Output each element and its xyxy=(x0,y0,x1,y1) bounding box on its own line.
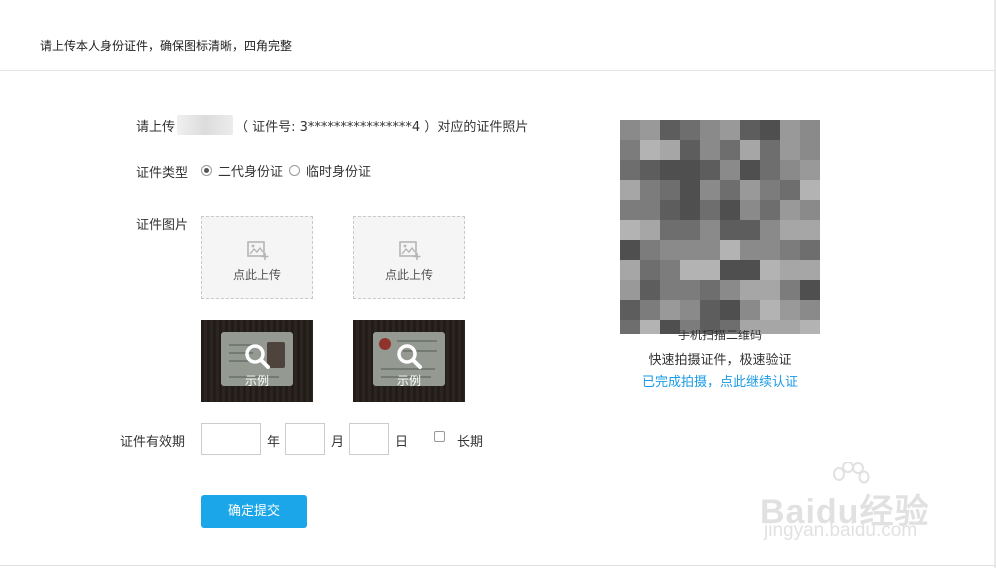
long-term-checkbox[interactable] xyxy=(434,431,445,442)
baidu-jingyan-watermark: Baidu经验 jingyan.baidu.com xyxy=(760,462,950,552)
page-header: 请上传本人身份证件，确保图标清晰，四角完整 xyxy=(0,0,996,71)
day-input[interactable] xyxy=(349,423,389,455)
magnifier-icon xyxy=(245,344,270,369)
example-front-image[interactable]: 示例 xyxy=(201,320,313,402)
upload-back-text: 点此上传 xyxy=(384,268,433,282)
watermark-url: jingyan.baidu.com xyxy=(764,520,918,541)
long-term-label[interactable]: 长期 xyxy=(457,431,483,450)
intro-prefix: 请上传 xyxy=(136,119,176,135)
month-input[interactable] xyxy=(285,423,325,455)
validity-label: 证件有效期 xyxy=(120,435,186,450)
example-back-label: 示例 xyxy=(396,374,421,388)
month-unit: 月 xyxy=(331,435,345,450)
add-image-icon xyxy=(247,241,269,260)
day-unit: 日 xyxy=(395,435,409,450)
radio-temporary-id[interactable] xyxy=(289,165,301,176)
qr-scan-hint: 手机扫描二维码 xyxy=(677,330,762,342)
qr-description: 快速拍摄证件，极速验证 xyxy=(648,353,792,368)
qr-code-image xyxy=(620,120,820,334)
radio-label-second-gen-id[interactable]: 二代身份证 xyxy=(218,161,283,180)
document-type-options: 二代身份证 临时身份证 xyxy=(201,161,373,180)
upload-intro: 请上传 （ 证件号: 3****************4 ）对应的证件照片 xyxy=(136,115,528,135)
add-image-icon xyxy=(399,241,421,260)
example-back-image[interactable]: 示例 xyxy=(353,320,465,402)
bottom-edge xyxy=(0,565,996,566)
document-image-label: 证件图片 xyxy=(136,218,189,233)
radio-label-temporary-id[interactable]: 临时身份证 xyxy=(306,161,371,180)
upload-front-button[interactable]: 点此上传 xyxy=(201,216,313,299)
intro-id-text: （ 证件号: 3****************4 ）对应的证件照片 xyxy=(235,119,529,135)
upload-front-text: 点此上传 xyxy=(232,268,281,282)
submit-button[interactable]: 确定提交 xyxy=(201,495,307,528)
header-instruction: 请上传本人身份证件，确保图标清晰，四角完整 xyxy=(40,39,293,53)
blurred-name xyxy=(177,115,234,135)
continue-verification-link[interactable]: 已完成拍摄，点此继续认证 xyxy=(620,371,820,390)
document-type-label: 证件类型 xyxy=(136,166,189,181)
magnifier-icon xyxy=(397,344,422,369)
radio-second-gen-id[interactable] xyxy=(201,165,212,176)
year-unit: 年 xyxy=(267,435,281,450)
upload-back-button[interactable]: 点此上传 xyxy=(353,216,465,299)
year-input[interactable] xyxy=(201,423,261,455)
example-front-label: 示例 xyxy=(244,374,269,388)
